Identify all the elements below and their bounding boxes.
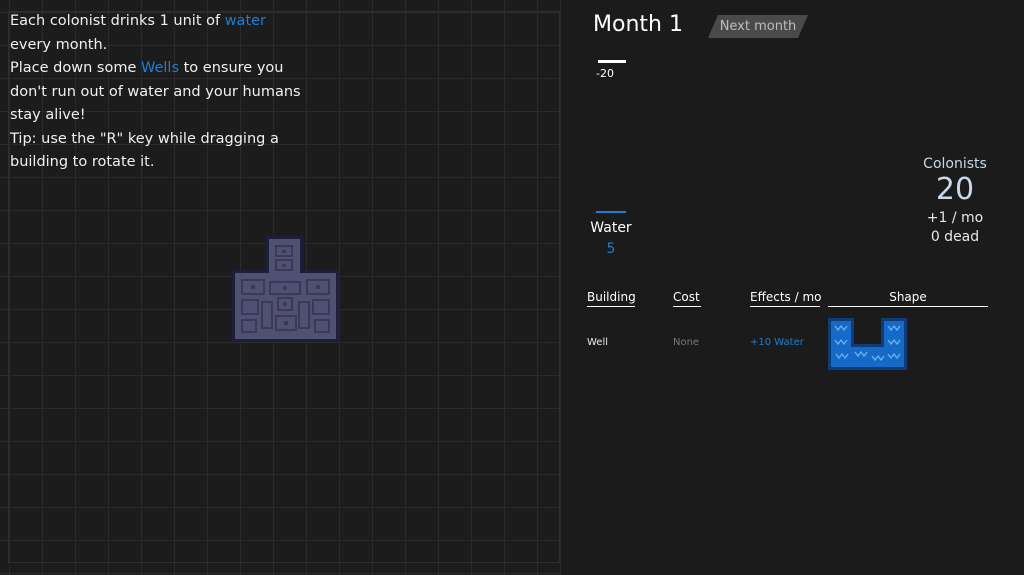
water-level-bar (596, 211, 626, 213)
month-title: Month 1 (593, 12, 683, 37)
water-keyword: water (224, 13, 267, 29)
well-shape-icon (828, 318, 907, 370)
colonists-stats: Colonists 20 +1 / mo 0 dead (910, 156, 1000, 245)
header-building: Building (587, 290, 636, 304)
colonists-count: 20 (935, 172, 975, 207)
colonists-dead: 0 dead (930, 229, 980, 245)
building-cost: None (673, 337, 700, 348)
header-shape: Shape (889, 290, 927, 304)
tutorial-line-7: building to rotate it. (10, 154, 155, 170)
tutorial-line-1: Each colonist drinks 1 unit of water (10, 13, 267, 29)
wells-keyword: Wells (140, 60, 180, 76)
well-building-icon (232, 236, 339, 342)
tutorial-line-6: Tip: use the "R" key while dragging a (10, 130, 279, 147)
tutorial-line-2: every month. (10, 36, 108, 53)
colonists-label: Colonists (923, 156, 987, 172)
well-shape-preview[interactable] (828, 318, 907, 370)
tutorial-line-3: Place down some Wells to ensure you (10, 60, 284, 76)
water-delta-bar (598, 60, 626, 63)
water-label: Water (590, 220, 632, 236)
header-underline (587, 306, 635, 307)
water-value: 5 (606, 241, 616, 257)
building-effect: +10 Water (750, 337, 804, 348)
info-panel: Month 1 Next month -20 Water 5 Colonists… (560, 0, 1024, 575)
header-underline (828, 306, 988, 307)
building-name: Well (587, 337, 609, 348)
tutorial-text: Each colonist drinks 1 unit of water eve… (10, 10, 310, 175)
water-delta-label: -20 (596, 67, 614, 80)
next-month-button[interactable]: Next month (708, 15, 808, 38)
header-effects: Effects / mo (750, 290, 822, 304)
placed-well-building[interactable] (232, 236, 339, 342)
tutorial-line-5: stay alive! (10, 107, 86, 123)
header-underline (750, 306, 820, 307)
colonists-rate: +1 / mo (926, 210, 984, 226)
header-underline (673, 306, 701, 307)
tutorial-line-4: don't run out of water and your humans (10, 83, 301, 100)
header-cost: Cost (673, 290, 700, 304)
build-grid[interactable]: Each colonist drinks 1 unit of water eve… (0, 0, 561, 575)
